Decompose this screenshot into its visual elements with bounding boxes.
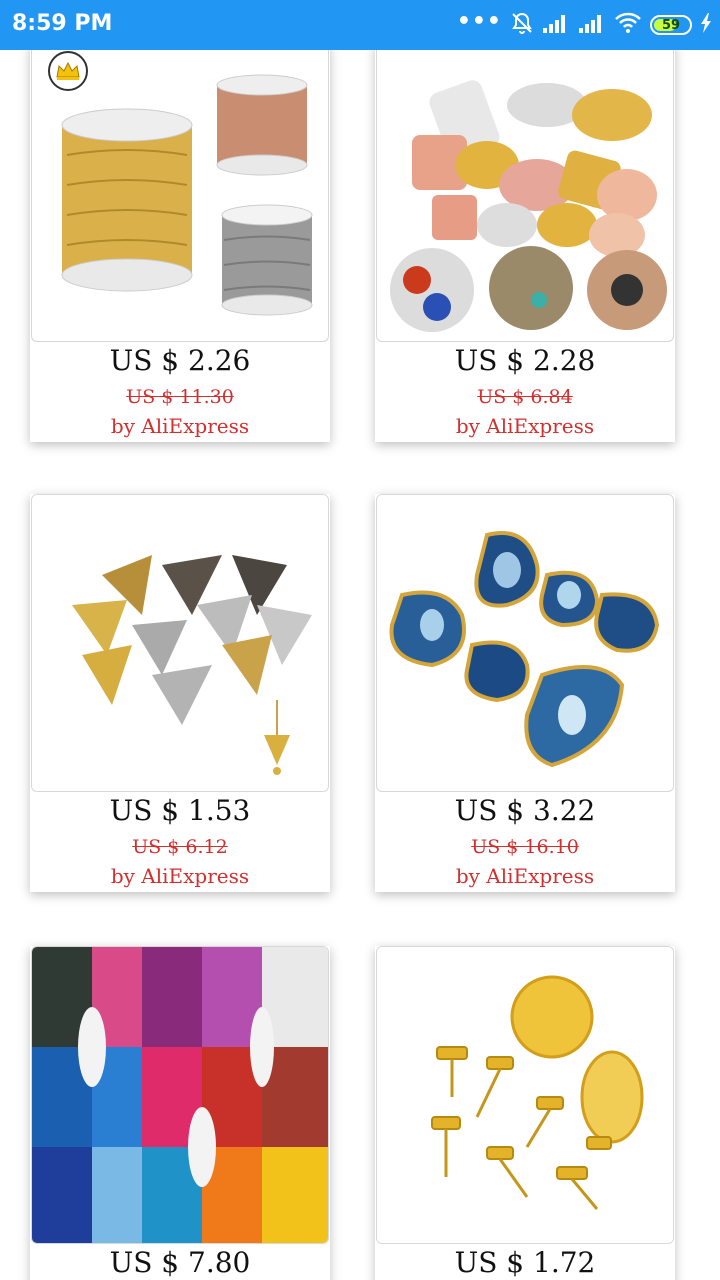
product-price: US $ 2.28	[454, 344, 596, 377]
product-card[interactable]: US $ 3.22 US $ 16.10 by AliExpress	[375, 494, 675, 892]
battery-level: 59	[661, 17, 681, 33]
product-seller[interactable]: by AliExpress	[30, 864, 330, 888]
product-card[interactable]: US $ 1.72	[375, 946, 675, 1280]
product-price: US $ 1.72	[454, 1246, 596, 1279]
signal-icon	[542, 12, 570, 38]
charging-icon	[700, 12, 712, 38]
chain-spools-image	[61, 74, 313, 316]
battery-icon: 59	[650, 15, 692, 35]
product-seller[interactable]: by AliExpress	[375, 864, 675, 888]
product-image[interactable]	[31, 946, 329, 1244]
ear-post-findings-image	[377, 947, 673, 1243]
status-icons: ••• 59	[456, 8, 712, 40]
product-price: US $ 1.53	[109, 794, 251, 827]
product-image[interactable]	[376, 946, 674, 1244]
product-card[interactable]: US $ 2.26 US $ 11.30 by AliExpress	[30, 50, 330, 442]
earring-studs-image	[390, 80, 667, 332]
status-bar: 8:59 PM ••• 59	[0, 0, 720, 50]
product-old-price: US $ 16.10	[471, 836, 579, 858]
thread-spools-image	[32, 947, 328, 1243]
product-card[interactable]: US $ 2.28 US $ 6.84 by AliExpress	[375, 50, 675, 442]
product-old-price: US $ 6.12	[132, 836, 228, 858]
product-image[interactable]	[376, 50, 674, 342]
product-price: US $ 7.80	[109, 1246, 251, 1279]
more-dots-icon: •••	[456, 8, 502, 34]
product-card[interactable]: US $ 1.53 US $ 6.12 by AliExpress	[30, 494, 330, 892]
product-price: US $ 2.26	[109, 344, 251, 377]
product-card[interactable]: US $ 7.80	[30, 946, 330, 1280]
crown-icon	[48, 51, 88, 91]
agate-pendants-image	[389, 531, 660, 768]
wifi-icon	[614, 12, 642, 38]
status-time: 8:59 PM	[12, 11, 113, 36]
filigree-bead-caps-image	[32, 495, 328, 791]
signal-icon	[578, 12, 606, 38]
product-price: US $ 3.22	[454, 794, 596, 827]
product-seller[interactable]: by AliExpress	[30, 414, 330, 438]
product-grid: US $ 2.26 US $ 11.30 by AliExpress US $ …	[0, 50, 720, 1280]
product-seller[interactable]: by AliExpress	[375, 414, 675, 438]
alarm-off-icon	[510, 11, 534, 39]
product-old-price: US $ 6.84	[477, 386, 573, 408]
product-image[interactable]	[376, 494, 674, 792]
product-image[interactable]	[31, 50, 329, 342]
product-image[interactable]	[31, 494, 329, 792]
product-old-price: US $ 11.30	[126, 386, 234, 408]
